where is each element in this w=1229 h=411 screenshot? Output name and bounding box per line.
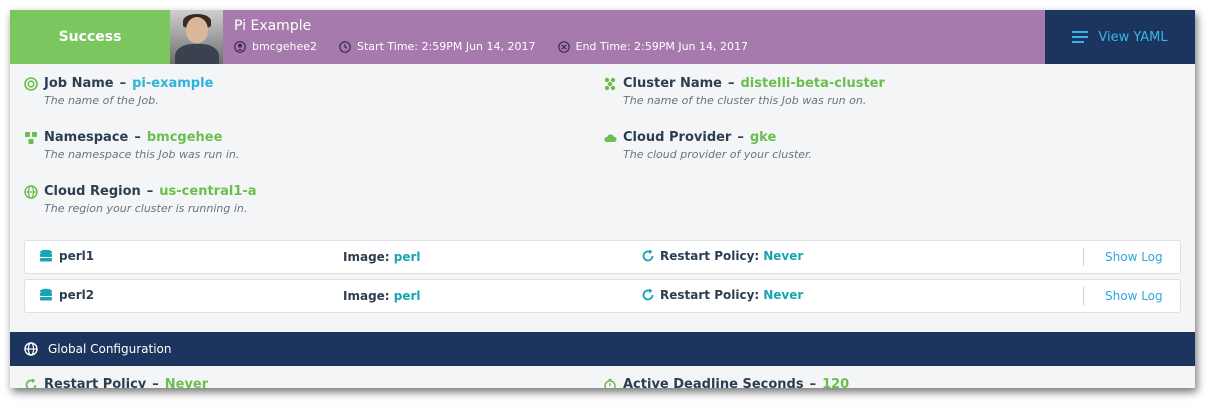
- divider: [1083, 287, 1084, 305]
- global-restart-policy-value: Never: [164, 377, 209, 388]
- job-info: Pi Example bmcgehee2 Start Time: 2:59PM …: [223, 10, 1045, 64]
- user-meta: bmcgehee2: [234, 40, 317, 53]
- cloud-region-desc: The region your cluster is running in.: [44, 202, 248, 215]
- cloud-region-field: Cloud Region – us-central1-a The region …: [24, 184, 257, 215]
- status-label: Success: [58, 29, 122, 45]
- container-name-text: perl2: [59, 288, 95, 302]
- globe-icon: [24, 184, 38, 199]
- cloud-region-value: us-central1-a: [159, 184, 257, 199]
- cluster-name-field: Cluster Name – distelli-beta-cluster The…: [603, 76, 885, 107]
- namespace-value: bmcgehee: [146, 130, 223, 145]
- global-configuration-title: Global Configuration: [48, 342, 172, 356]
- container-restart-policy: Restart Policy: Never: [641, 249, 803, 263]
- job-name-desc: The name of the Job.: [44, 94, 159, 107]
- namespace-icon: [25, 131, 37, 144]
- cluster-icon: [604, 77, 616, 90]
- refresh-icon: [25, 378, 37, 388]
- cloud-provider-value: gke: [749, 130, 777, 145]
- show-log-link[interactable]: Show Log: [1105, 289, 1163, 303]
- database-icon: [40, 249, 52, 262]
- restart-policy-value: Never: [763, 288, 804, 302]
- cloud-region-label: Cloud Region: [44, 184, 141, 199]
- start-time: Start Time: 2:59PM Jun 14, 2017: [357, 40, 536, 53]
- restart-policy-label: Restart Policy:: [660, 288, 760, 302]
- global-configuration-header[interactable]: Global Configuration: [10, 332, 1195, 366]
- job-header: Success Pi Example bmcgehee2 Start Time:…: [10, 10, 1195, 64]
- avatar: [170, 10, 223, 64]
- container-name-text: perl1: [59, 249, 95, 263]
- end-time: End Time: 2:59PM Jun 14, 2017: [575, 40, 749, 53]
- container-row: perl1 Image: perl Restart Policy: Never …: [24, 240, 1181, 274]
- refresh-icon: [642, 249, 654, 262]
- cloud-provider-label: Cloud Provider: [623, 130, 732, 145]
- global-restart-policy-field: Restart Policy – Never: [24, 377, 208, 388]
- cluster-name-value: distelli-beta-cluster: [740, 76, 885, 91]
- container-name: perl1: [39, 249, 94, 263]
- namespace-label: Namespace: [44, 130, 129, 145]
- job-meta: bmcgehee2 Start Time: 2:59PM Jun 14, 201…: [234, 40, 770, 53]
- clock-icon: [339, 40, 351, 53]
- view-yaml-button[interactable]: View YAML: [1045, 10, 1195, 64]
- job-name-field: Job Name – pi-example The name of the Jo…: [24, 76, 213, 107]
- cloud-icon: [604, 133, 617, 142]
- view-yaml-label: View YAML: [1098, 29, 1168, 45]
- stopwatch-icon: [604, 378, 616, 388]
- namespace-desc: The namespace this Job was run in.: [44, 148, 240, 161]
- end-time-meta: End Time: 2:59PM Jun 14, 2017: [557, 40, 749, 53]
- container-image: Image: perl: [343, 250, 421, 264]
- cloud-provider-field: Cloud Provider – gke The cloud provider …: [603, 130, 812, 161]
- cloud-provider-desc: The cloud provider of your cluster.: [623, 148, 813, 161]
- job-title: Pi Example: [234, 18, 312, 34]
- image-label: Image:: [343, 289, 390, 303]
- job-name-value: pi-example: [132, 76, 214, 91]
- global-restart-policy-label: Restart Policy: [44, 377, 147, 388]
- container-restart-policy: Restart Policy: Never: [641, 288, 803, 302]
- cluster-name-desc: The name of the cluster this Job was run…: [623, 94, 867, 107]
- database-icon: [40, 288, 52, 301]
- job-name-label: Job Name: [44, 76, 114, 91]
- container-row: perl2 Image: perl Restart Policy: Never …: [24, 279, 1181, 313]
- user-icon: [234, 40, 246, 53]
- active-deadline-label: Active Deadline Seconds: [623, 377, 804, 388]
- job-icon: [24, 76, 38, 91]
- image-value: perl: [393, 250, 421, 264]
- container-name: perl2: [39, 288, 94, 302]
- active-deadline-value: 120: [822, 377, 850, 388]
- image-value: perl: [393, 289, 421, 303]
- cluster-name-label: Cluster Name: [623, 76, 722, 91]
- restart-policy-label: Restart Policy:: [660, 249, 760, 263]
- user-name: bmcgehee2: [252, 40, 318, 53]
- show-log-link[interactable]: Show Log: [1105, 250, 1163, 264]
- container-image: Image: perl: [343, 289, 421, 303]
- restart-policy-value: Never: [763, 249, 804, 263]
- divider: [1083, 248, 1084, 266]
- refresh-icon: [642, 288, 654, 301]
- end-time-icon: [557, 40, 570, 53]
- active-deadline-field: Active Deadline Seconds – 120: [603, 377, 849, 388]
- namespace-field: Namespace – bmcgehee The namespace this …: [24, 130, 239, 161]
- globe-icon: [24, 342, 38, 356]
- start-time-meta: Start Time: 2:59PM Jun 14, 2017: [339, 40, 536, 53]
- status-badge: Success: [10, 10, 170, 64]
- image-label: Image:: [343, 250, 390, 264]
- menu-lines-icon: [1072, 31, 1089, 43]
- job-detail-card: Success Pi Example bmcgehee2 Start Time:…: [10, 10, 1195, 388]
